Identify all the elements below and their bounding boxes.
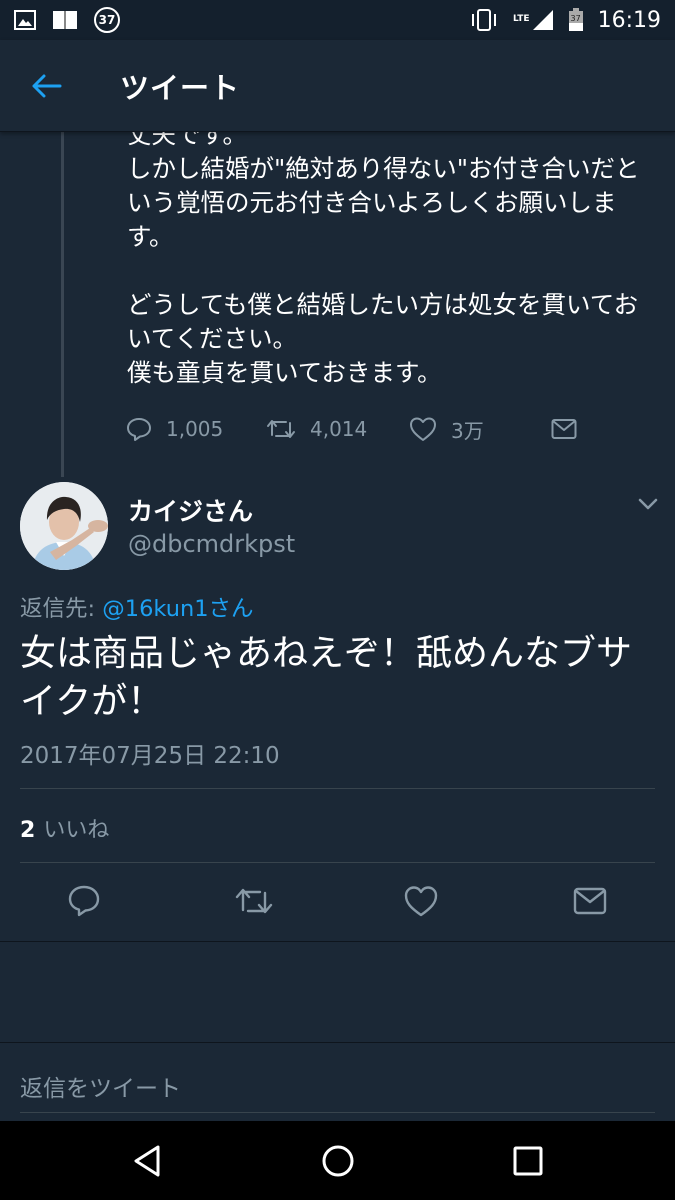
signal-icon	[532, 10, 553, 30]
system-nav-bar	[0, 1121, 675, 1200]
nav-home-button[interactable]	[318, 1141, 358, 1181]
parent-tweet-actions: 1,005 4,014 3万	[126, 414, 596, 444]
parent-reply-count: 1,005	[166, 417, 224, 441]
reply-button[interactable]	[67, 884, 101, 918]
parent-retweet-count: 4,014	[310, 417, 368, 441]
circle-home-icon	[322, 1145, 354, 1177]
envelope-icon	[551, 419, 577, 439]
nav-back-button[interactable]	[128, 1141, 168, 1181]
heart-icon	[404, 886, 438, 917]
parent-tweet[interactable]: 丈夫です。 しかし結婚が"絶対あり得ない"お付き合いだという覚悟の元お付き合いよ…	[0, 132, 675, 480]
battery-level: 37	[570, 14, 581, 23]
like-count: 2	[20, 818, 36, 843]
parent-like-button[interactable]: 3万	[409, 415, 484, 444]
nav-recents-button[interactable]	[508, 1141, 548, 1181]
app-header: ツイート	[0, 40, 675, 132]
reply-to-handle[interactable]: @16kun1さん	[102, 596, 253, 622]
retweet-button[interactable]	[234, 884, 274, 918]
reply-to-label: 返信先:	[20, 596, 96, 622]
clock: 16:19	[597, 7, 661, 33]
reply-context: 返信先: @16kun1さん	[20, 591, 254, 623]
likes-summary[interactable]: 2 いいね	[20, 812, 109, 844]
image-icon	[14, 10, 36, 30]
parent-tweet-text: 丈夫です。 しかし結婚が"絶対あり得ない"お付き合いだという覚悟の元お付き合いよ…	[127, 132, 640, 387]
heart-icon	[410, 417, 436, 441]
status-bar: 37 LTE 37 16:19	[0, 0, 675, 40]
tweet-text: 女は商品じゃあねえぞ！舐めんなブサイクが！	[20, 633, 633, 722]
like-button[interactable]	[404, 884, 438, 918]
chevron-down-icon	[638, 498, 658, 510]
more-options-button[interactable]	[634, 494, 662, 514]
back-button[interactable]	[0, 40, 94, 132]
square-recents-icon	[513, 1146, 543, 1176]
author-name[interactable]: カイジさん	[128, 492, 253, 528]
parent-retweet-button[interactable]: 4,014	[266, 417, 367, 441]
divider	[20, 862, 655, 863]
triangle-back-icon	[134, 1145, 160, 1177]
tweet-actions	[0, 880, 675, 926]
parent-like-count: 3万	[451, 418, 484, 443]
like-label: いいね	[43, 818, 110, 843]
battery-icon: 37	[568, 8, 584, 32]
parent-message-button[interactable]	[551, 418, 577, 440]
network-type-label: LTE	[513, 14, 530, 24]
parent-reply-button[interactable]: 1,005	[126, 416, 223, 442]
reply-icon	[127, 418, 151, 441]
avatar[interactable]	[20, 482, 108, 570]
thread-line	[61, 132, 64, 477]
retweet-icon	[267, 420, 295, 438]
reply-input[interactable]	[20, 1065, 655, 1113]
author-handle[interactable]: @dbcmdrkpst	[128, 530, 295, 558]
reply-bar	[0, 1042, 675, 1122]
notification-count-badge: 37	[94, 7, 120, 33]
divider	[20, 788, 655, 789]
page-title: ツイート	[120, 70, 241, 105]
book-icon	[53, 11, 77, 29]
reply-icon	[68, 885, 100, 917]
retweet-icon	[235, 888, 273, 914]
envelope-icon	[573, 887, 607, 915]
tweet-timestamp: 2017年07月25日 22:10	[20, 743, 280, 769]
direct-message-button[interactable]	[573, 884, 607, 918]
arrow-left-icon	[32, 74, 62, 97]
vibrate-icon	[472, 9, 497, 31]
